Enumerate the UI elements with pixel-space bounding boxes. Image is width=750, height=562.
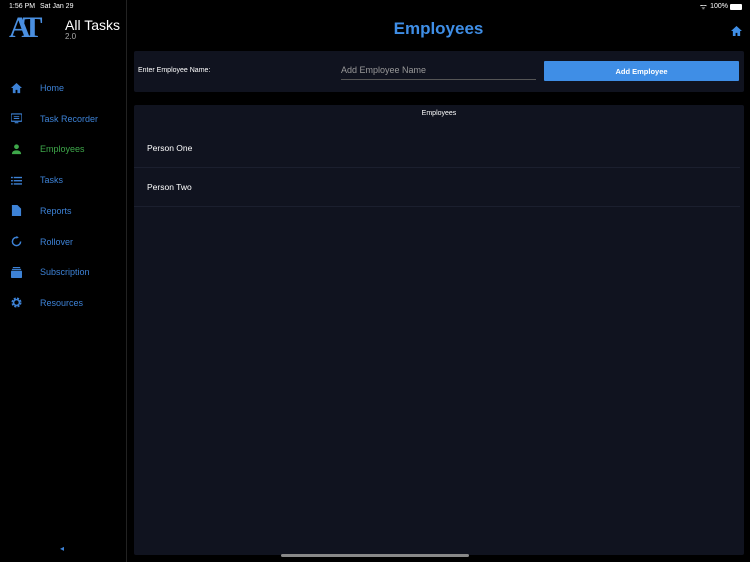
wifi-icon: ᯤ — [699, 2, 707, 11]
employee-name-label: Enter Employee Name: — [138, 67, 211, 74]
sidebar-item-resources[interactable]: Resources — [0, 292, 127, 314]
sidebar-item-label: Reports — [40, 205, 72, 216]
app-version: 2.0 — [65, 32, 77, 41]
sidebar-item-home[interactable]: Home — [0, 77, 127, 99]
app-logo: AT — [9, 11, 43, 44]
home-button[interactable] — [731, 23, 742, 41]
list-item[interactable]: Person One — [134, 129, 740, 168]
add-employee-button[interactable]: Add Employee — [544, 61, 739, 81]
app-title: All Tasks — [65, 17, 120, 33]
sidebar-item-rollover[interactable]: Rollover — [0, 231, 127, 253]
battery-icon — [730, 4, 742, 10]
collapse-sidebar-button[interactable]: ◂ — [60, 544, 64, 553]
list-icon — [10, 174, 22, 186]
home-indicator — [281, 554, 469, 557]
sidebar-item-reports[interactable]: Reports — [0, 200, 127, 222]
sidebar-item-label: Resources — [40, 297, 84, 308]
employee-list-header: Employees — [421, 110, 457, 117]
monitor-icon — [10, 113, 22, 125]
sidebar-item-label: Home — [40, 83, 65, 93]
employee-name-input[interactable] — [341, 60, 536, 80]
sidebar-item-tasks[interactable]: Tasks — [0, 169, 127, 191]
subscription-icon — [10, 266, 22, 278]
gear-icon — [10, 297, 22, 309]
add-employee-form: Enter Employee Name: Add Employee — [134, 51, 744, 92]
sidebar-item-subscription[interactable]: Subscription — [0, 261, 127, 283]
sidebar-item-label: Task Recorder — [40, 113, 99, 124]
sidebar-item-employees[interactable]: Employees — [0, 138, 127, 160]
status-battery: 100% — [710, 3, 728, 10]
person-icon — [10, 143, 22, 155]
sidebar-item-label: Subscription — [40, 267, 90, 278]
home-icon — [731, 26, 742, 36]
sidebar-item-label: Rollover — [40, 236, 74, 247]
sidebar-item-label: Employees — [40, 144, 85, 155]
sidebar-item-task-recorder[interactable]: Task Recorder — [0, 108, 127, 130]
employee-list: Employees Person One Person Two — [134, 105, 744, 555]
page-title: Employees — [393, 19, 484, 38]
document-icon — [10, 205, 22, 217]
sidebar-item-label: Tasks — [40, 175, 64, 186]
refresh-icon — [10, 236, 22, 248]
home-icon — [10, 82, 22, 94]
list-item[interactable]: Person Two — [134, 168, 740, 207]
sidebar: AT All Tasks 2.0 Home Task Recorder Employ… — [0, 0, 127, 562]
